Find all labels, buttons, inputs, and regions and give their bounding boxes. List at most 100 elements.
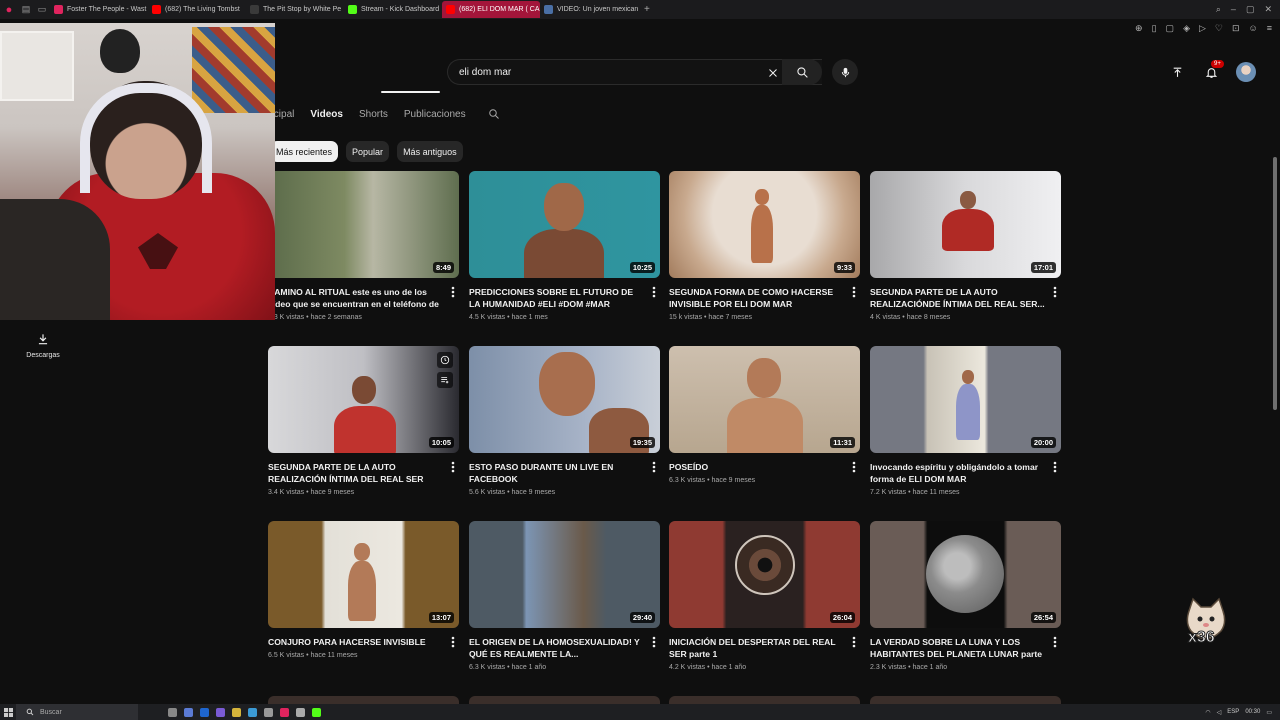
- tab-publicaciones[interactable]: Publicaciones: [404, 109, 466, 120]
- voice-search-button[interactable]: [832, 59, 858, 85]
- taskbar-app-icon[interactable]: [216, 707, 225, 717]
- video-thumbnail[interactable]: 9:33: [669, 171, 860, 278]
- account-avatar[interactable]: [1236, 62, 1256, 82]
- video-menu-button[interactable]: [448, 285, 458, 299]
- video-menu-button[interactable]: [1050, 635, 1060, 649]
- video-thumbnail-partial[interactable]: [469, 696, 660, 704]
- heart-icon[interactable]: ♡: [1215, 23, 1223, 34]
- search-tabs-icon[interactable]: ⌕: [1216, 4, 1221, 15]
- video-thumbnail[interactable]: 19:35: [469, 346, 660, 453]
- clear-search-button[interactable]: [764, 64, 782, 82]
- tab-list-icon[interactable]: ▭: [34, 0, 50, 19]
- video-menu-button[interactable]: [849, 285, 859, 299]
- taskbar-app-icon[interactable]: [200, 707, 209, 717]
- browser-tab[interactable]: Foster The People - Wast: [50, 1, 148, 18]
- video-card[interactable]: 10:05 SEGUNDA PARTE DE LA AUTO REALIZACIÓ…: [268, 346, 459, 496]
- video-thumbnail[interactable]: 10:05: [268, 346, 459, 453]
- notifications-tray-icon[interactable]: ▭: [1266, 709, 1272, 716]
- volume-icon[interactable]: ◁: [1217, 709, 1222, 716]
- browser-tab[interactable]: (682) The Living Tombst: [148, 1, 246, 18]
- browser-tab[interactable]: VIDEO: Un joven mexican: [540, 1, 638, 18]
- video-card[interactable]: 10:25 PREDICCIONES SOBRE EL FUTURO DE LA …: [469, 171, 660, 321]
- page-scrollbar[interactable]: [1273, 157, 1277, 410]
- video-title[interactable]: ESTO PASO DURANTE UN LIVE EN FACEBOOK: [469, 461, 644, 485]
- clock[interactable]: 00:30: [1245, 709, 1260, 715]
- video-thumbnail[interactable]: 26:04: [669, 521, 860, 628]
- browser-logo-icon[interactable]: ●: [0, 0, 18, 19]
- video-card[interactable]: 26:04 INICIACIÓN DEL DESPERTAR DEL REAL S…: [669, 521, 860, 671]
- browser-tab[interactable]: (682) ELI DOM MAR ( CA✕: [442, 1, 540, 18]
- taskbar-search[interactable]: Buscar: [16, 704, 138, 720]
- video-thumbnail[interactable]: 13:07: [268, 521, 459, 628]
- video-title[interactable]: SEGUNDA PARTE DE LA AUTO REALIZACIÓNDE Í…: [870, 286, 1045, 310]
- video-title[interactable]: LA VERDAD SOBRE LA LUNA Y LOS HABITANTES…: [870, 636, 1045, 660]
- taskbar-app-icon[interactable]: [248, 707, 257, 717]
- pin-icon[interactable]: ▯: [1152, 23, 1157, 34]
- video-title[interactable]: INICIACIÓN DEL DESPERTAR DEL REAL SER pa…: [669, 636, 844, 660]
- lock-icon[interactable]: ⊡: [1232, 23, 1240, 34]
- video-title[interactable]: PREDICCIONES SOBRE EL FUTURO DE LA HUMAN…: [469, 286, 644, 310]
- video-menu-button[interactable]: [849, 635, 859, 649]
- video-card[interactable]: 29:40 EL ORIGEN DE LA HOMOSEXUALIDAD! Y Q…: [469, 521, 660, 671]
- workspaces-icon[interactable]: ▤: [18, 0, 34, 19]
- chip-most-recent[interactable]: Más recientes: [270, 141, 339, 162]
- zoom-icon[interactable]: ⊕: [1135, 23, 1143, 34]
- browser-tab[interactable]: Stream - Kick Dashboard: [344, 1, 442, 18]
- video-card[interactable]: 17:01 SEGUNDA PARTE DE LA AUTO REALIZACIÓ…: [870, 171, 1061, 321]
- video-card[interactable]: 8:49 CAMINO AL RITUAL este es uno de los …: [268, 171, 459, 321]
- video-card[interactable]: 20:00 Invocando espíritu y obligándolo a …: [870, 346, 1061, 496]
- taskbar-app-icon[interactable]: [280, 707, 289, 717]
- video-title[interactable]: EL ORIGEN DE LA HOMOSEXUALIDAD! Y QUÉ ES…: [469, 636, 644, 660]
- video-card[interactable]: 26:54 LA VERDAD SOBRE LA LUNA Y LOS HABIT…: [870, 521, 1061, 671]
- taskbar-app-icon[interactable]: [296, 707, 305, 717]
- search-button[interactable]: [782, 59, 822, 85]
- video-thumbnail[interactable]: 11:31: [669, 346, 860, 453]
- video-title[interactable]: CAMINO AL RITUAL este es uno de los víde…: [268, 286, 443, 310]
- video-menu-button[interactable]: [649, 285, 659, 299]
- channel-search-icon[interactable]: [488, 108, 500, 120]
- keyboard-language[interactable]: ESP: [1227, 709, 1239, 715]
- upload-button[interactable]: [1168, 63, 1186, 81]
- notifications-button[interactable]: 9+: [1202, 60, 1224, 81]
- taskbar-app-icon[interactable]: [184, 707, 193, 717]
- video-card[interactable]: 19:35 ESTO PASO DURANTE UN LIVE EN FACEBO…: [469, 346, 660, 496]
- video-card[interactable]: 13:07 CONJURO PARA HACERSE INVISIBLE 6.5 K…: [268, 521, 459, 659]
- video-card[interactable]: 11:31 POSEÍDO 6.3 K vistas • hace 9 meses: [669, 346, 860, 484]
- sidebar-item-downloads[interactable]: Descargas: [20, 332, 66, 359]
- video-thumbnail[interactable]: 8:49: [268, 171, 459, 278]
- video-thumbnail[interactable]: 20:00: [870, 346, 1061, 453]
- video-menu-button[interactable]: [849, 460, 859, 474]
- taskbar-app-icon[interactable]: [264, 707, 273, 717]
- start-button[interactable]: [0, 707, 16, 717]
- video-thumbnail-partial[interactable]: [669, 696, 860, 704]
- chip-oldest[interactable]: Más antiguos: [397, 141, 463, 162]
- taskbar-app-icon[interactable]: [168, 707, 177, 717]
- video-title[interactable]: CONJURO PARA HACERSE INVISIBLE: [268, 636, 443, 648]
- video-menu-button[interactable]: [1050, 285, 1060, 299]
- video-title[interactable]: SEGUNDA FORMA DE COMO HACERSE INVISIBLE …: [669, 286, 844, 310]
- chip-popular[interactable]: Popular: [346, 141, 390, 162]
- menu-icon[interactable]: ≡: [1267, 23, 1272, 34]
- browser-tab[interactable]: The Pit Stop by White Pe: [246, 1, 344, 18]
- video-thumbnail[interactable]: 29:40: [469, 521, 660, 628]
- video-thumbnail[interactable]: 17:01: [870, 171, 1061, 278]
- video-menu-button[interactable]: [649, 635, 659, 649]
- video-title[interactable]: POSEÍDO: [669, 461, 844, 473]
- video-menu-button[interactable]: [649, 460, 659, 474]
- watch-later-button[interactable]: [437, 352, 453, 368]
- close-window-icon[interactable]: ✕: [1264, 4, 1272, 15]
- tab-videos[interactable]: Videos: [310, 109, 343, 120]
- video-menu-button[interactable]: [448, 460, 458, 474]
- wifi-icon[interactable]: ◠: [1205, 709, 1210, 716]
- minimize-icon[interactable]: –: [1231, 4, 1236, 15]
- add-to-queue-button[interactable]: [437, 372, 453, 388]
- search-input[interactable]: [448, 66, 748, 78]
- user-icon[interactable]: ☺: [1249, 23, 1258, 34]
- video-menu-button[interactable]: [448, 635, 458, 649]
- video-thumbnail[interactable]: 10:25: [469, 171, 660, 278]
- video-thumbnail-partial[interactable]: [870, 696, 1061, 704]
- maximize-icon[interactable]: ▢: [1246, 4, 1255, 15]
- video-menu-button[interactable]: [1050, 460, 1060, 474]
- video-card[interactable]: 9:33 SEGUNDA FORMA DE COMO HACERSE INVISI…: [669, 171, 860, 321]
- taskbar-app-icon[interactable]: [232, 707, 241, 717]
